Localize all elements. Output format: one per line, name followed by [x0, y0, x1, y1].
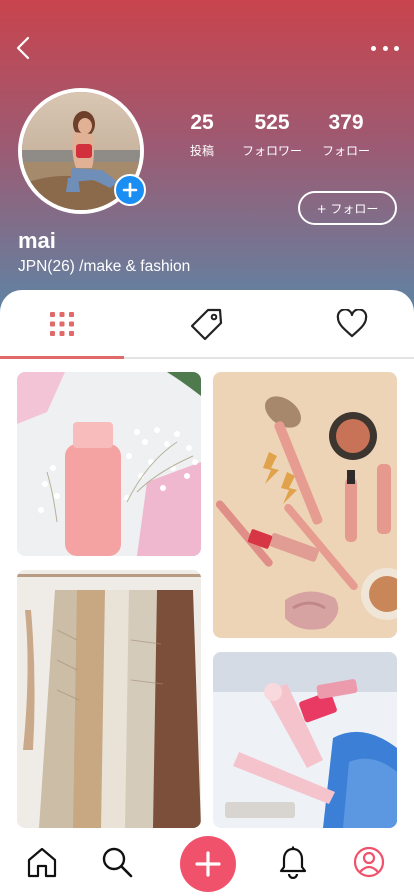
nav-search[interactable] [97, 842, 137, 882]
grid-icon [50, 312, 74, 336]
stat-count: 25 [190, 111, 214, 134]
stat-posts[interactable]: 25 投稿 [162, 110, 242, 158]
tab-posts[interactable] [0, 290, 124, 358]
profile-icon [353, 846, 385, 878]
post-thumbnail[interactable] [213, 372, 397, 638]
tab-tagged[interactable] [145, 290, 269, 358]
stat-label: フォロー [321, 144, 370, 158]
stat-count: 379 [328, 111, 364, 134]
home-icon [27, 847, 57, 878]
profile-tabs [0, 290, 414, 359]
heart-icon [336, 309, 368, 338]
stat-count: 525 [254, 111, 290, 134]
search-icon [102, 847, 133, 878]
follow-button[interactable]: + フォロー [298, 191, 397, 225]
nav-notifications[interactable] [273, 842, 313, 882]
tab-liked[interactable] [290, 290, 414, 358]
nav-profile[interactable] [349, 842, 389, 882]
bio: JPN(26) /make & fashion [18, 258, 191, 275]
plus-icon [195, 851, 221, 877]
add-avatar-button[interactable] [114, 174, 146, 206]
more-options-button[interactable] [368, 38, 402, 58]
post-thumbnail[interactable] [213, 652, 397, 828]
more-dot-icon [371, 45, 376, 51]
profile-header: 25 投稿 525 フォロワー 379 フォロー + フォロー mai JPN(… [0, 0, 414, 320]
bell-icon [279, 846, 307, 879]
stat-label: 投稿 [189, 144, 214, 158]
nav-create-post-button[interactable] [180, 836, 236, 892]
more-dot-icon [382, 45, 388, 51]
plus-icon [122, 182, 138, 198]
chevron-left-icon [16, 36, 30, 60]
tab-active-indicator [0, 356, 124, 359]
username: mai [18, 228, 56, 253]
stat-followers[interactable]: 525 フォロワー [232, 110, 312, 158]
post-thumbnail[interactable] [17, 570, 201, 828]
post-thumbnail[interactable] [17, 372, 201, 556]
nav-home[interactable] [22, 842, 62, 882]
bottom-navigation [0, 830, 414, 896]
tag-icon [190, 308, 223, 341]
more-dot-icon [394, 45, 399, 51]
content-sheet [0, 290, 414, 896]
stat-label: フォロワー [241, 144, 302, 158]
back-button[interactable] [12, 34, 36, 62]
stat-following[interactable]: 379 フォロー [306, 110, 386, 158]
